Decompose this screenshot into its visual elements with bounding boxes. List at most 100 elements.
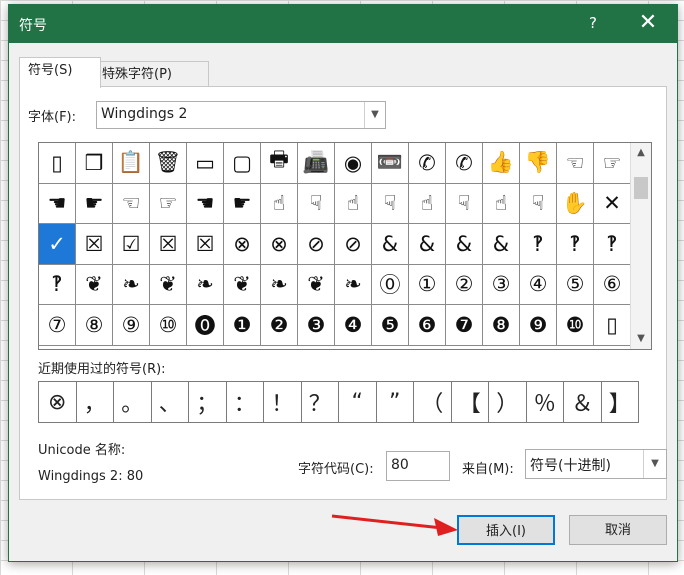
close-button[interactable]: ✕: [634, 10, 662, 36]
symbol-cell[interactable]: ‽: [520, 224, 557, 265]
symbol-cell[interactable]: ⊘: [335, 224, 372, 265]
symbol-cell[interactable]: 🗑: [150, 143, 187, 184]
symbol-cell[interactable]: ☑: [113, 224, 150, 265]
symbol-cell[interactable]: ⑨: [113, 305, 150, 346]
symbol-grid-scrollbar[interactable]: ▲ ▼: [630, 143, 651, 349]
recent-symbol-cell[interactable]: ％: [526, 382, 564, 423]
symbol-cell[interactable]: ☒: [76, 224, 113, 265]
recent-symbol-cell[interactable]: ？: [301, 382, 339, 423]
symbol-cell[interactable]: ❒: [76, 143, 113, 184]
symbol-cell[interactable]: ☟: [520, 183, 557, 224]
symbol-cell[interactable]: ▢: [224, 143, 261, 184]
symbol-cell[interactable]: ☚: [187, 183, 224, 224]
recent-symbol-cell[interactable]: 。: [114, 382, 152, 423]
scroll-up-icon[interactable]: ▲: [631, 143, 651, 163]
symbol-cell[interactable]: ☟: [372, 183, 409, 224]
recent-symbol-cell[interactable]: ”: [376, 382, 414, 423]
symbol-cell[interactable]: ❦: [298, 264, 335, 305]
symbol-cell[interactable]: ❼: [446, 305, 483, 346]
symbol-cell[interactable]: ⑧: [76, 305, 113, 346]
symbol-cell[interactable]: ❸: [298, 305, 335, 346]
symbol-cell[interactable]: ✆: [446, 143, 483, 184]
symbol-cell[interactable]: ❧: [113, 264, 150, 305]
symbol-cell[interactable]: ④: [520, 264, 557, 305]
symbol-cell[interactable]: ❽: [483, 305, 520, 346]
recent-symbol-cell[interactable]: 、: [151, 382, 189, 423]
symbol-cell[interactable]: ❹: [335, 305, 372, 346]
symbol-cell[interactable]: ☒: [150, 224, 187, 265]
symbol-cell[interactable]: ②: [446, 264, 483, 305]
recent-symbol-cell[interactable]: （: [414, 382, 452, 423]
symbol-cell[interactable]: ▯: [39, 143, 76, 184]
symbol-cell[interactable]: ❶: [224, 305, 261, 346]
symbol-cell[interactable]: &: [409, 224, 446, 265]
font-select[interactable]: Wingdings 2 ▼: [96, 101, 386, 129]
recent-symbol-cell[interactable]: ＆: [564, 382, 602, 423]
symbol-cell[interactable]: ☝: [335, 183, 372, 224]
symbol-cell[interactable]: ☜: [113, 183, 150, 224]
char-code-input[interactable]: 80: [386, 451, 450, 481]
symbol-cell[interactable]: ❧: [187, 264, 224, 305]
symbol-cell[interactable]: ☛: [224, 183, 261, 224]
symbol-cell[interactable]: ◉: [335, 143, 372, 184]
symbol-cell[interactable]: ⑥: [594, 264, 631, 305]
symbol-cell[interactable]: &: [372, 224, 409, 265]
symbol-cell[interactable]: 📋: [113, 143, 150, 184]
symbol-cell[interactable]: ☝: [409, 183, 446, 224]
recent-symbol-cell[interactable]: “: [339, 382, 377, 423]
chevron-down-icon[interactable]: ▼: [643, 450, 666, 478]
symbol-cell[interactable]: ❺: [372, 305, 409, 346]
insert-button[interactable]: 插入(I): [457, 515, 555, 545]
symbol-cell[interactable]: ☟: [298, 183, 335, 224]
symbol-cell[interactable]: ☝: [261, 183, 298, 224]
symbol-cell[interactable]: ✕: [594, 183, 631, 224]
symbol-cell[interactable]: ☟: [446, 183, 483, 224]
symbol-cell[interactable]: ❾: [520, 305, 557, 346]
symbol-cell[interactable]: 👎: [520, 143, 557, 184]
chevron-down-icon[interactable]: ▼: [364, 102, 385, 128]
symbol-cell[interactable]: &: [446, 224, 483, 265]
symbol-cell[interactable]: ⑤: [557, 264, 594, 305]
symbol-cell[interactable]: ☜: [557, 143, 594, 184]
symbol-cell[interactable]: ⊗: [224, 224, 261, 265]
symbol-cell[interactable]: ☚: [39, 183, 76, 224]
recent-symbol-cell[interactable]: ⊗: [39, 382, 77, 423]
symbol-cell[interactable]: ‽: [557, 224, 594, 265]
symbol-cell[interactable]: ✆: [409, 143, 446, 184]
recent-symbol-cell[interactable]: ：: [226, 382, 264, 423]
symbol-cell[interactable]: &: [483, 224, 520, 265]
symbol-cell[interactable]: ③: [483, 264, 520, 305]
symbol-cell[interactable]: 📼: [372, 143, 409, 184]
symbol-cell[interactable]: 🖶: [261, 143, 298, 184]
symbol-cell[interactable]: ❧: [261, 264, 298, 305]
recent-symbol-cell[interactable]: ，: [76, 382, 114, 423]
symbol-cell[interactable]: 📠: [298, 143, 335, 184]
symbol-cell[interactable]: ❿: [557, 305, 594, 346]
symbol-cell[interactable]: ☝: [483, 183, 520, 224]
tab-symbols[interactable]: 符号(S): [19, 57, 101, 88]
symbol-cell[interactable]: ✋: [557, 183, 594, 224]
recent-symbol-cell[interactable]: ！: [264, 382, 302, 423]
symbol-cell[interactable]: ①: [409, 264, 446, 305]
symbol-cell[interactable]: ‽: [594, 224, 631, 265]
symbol-cell[interactable]: ❦: [76, 264, 113, 305]
symbol-cell[interactable]: ⑦: [39, 305, 76, 346]
scroll-thumb[interactable]: [634, 177, 648, 199]
help-button[interactable]: ?: [583, 12, 603, 34]
symbol-cell[interactable]: ❧: [335, 264, 372, 305]
symbol-cell[interactable]: ⑩: [150, 305, 187, 346]
symbol-cell[interactable]: ☒: [187, 224, 224, 265]
symbol-cell[interactable]: ❻: [409, 305, 446, 346]
symbol-cell[interactable]: ✓: [39, 224, 76, 265]
symbol-cell[interactable]: ▭: [187, 143, 224, 184]
scroll-down-icon[interactable]: ▼: [631, 329, 651, 349]
symbol-cell[interactable]: ☞: [594, 143, 631, 184]
symbol-cell[interactable]: ⊗: [261, 224, 298, 265]
symbol-cell[interactable]: ☛: [76, 183, 113, 224]
from-select[interactable]: 符号(十进制) ▼: [525, 449, 667, 479]
symbol-cell[interactable]: ⓪: [372, 264, 409, 305]
cancel-button[interactable]: 取消: [569, 515, 667, 545]
recent-symbol-cell[interactable]: ；: [189, 382, 227, 423]
symbol-cell[interactable]: ‽: [39, 264, 76, 305]
symbol-cell[interactable]: ❷: [261, 305, 298, 346]
